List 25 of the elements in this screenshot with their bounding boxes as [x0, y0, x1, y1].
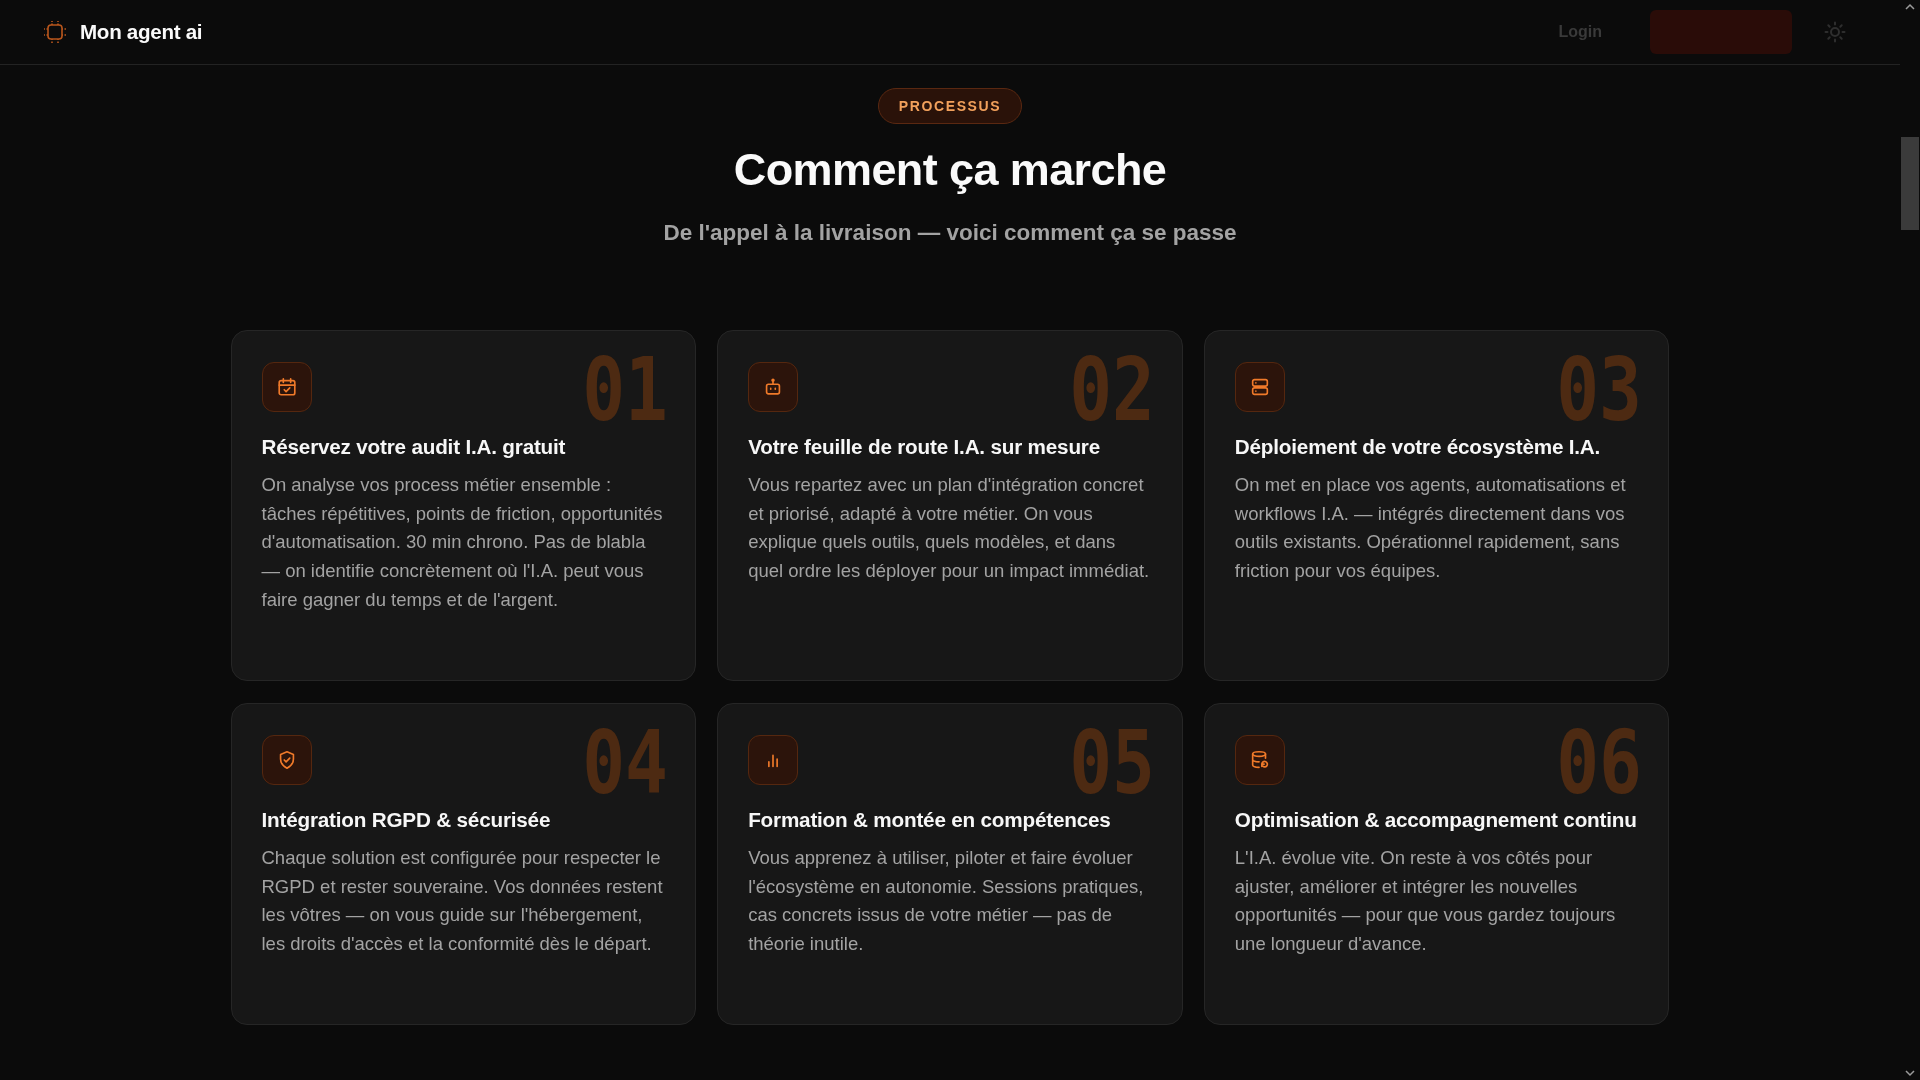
brand-name[interactable]: Mon agent ai: [80, 20, 203, 44]
step-description: Chaque solution est configurée pour respecter le RGPD et rester souveraine. Vos données restent les vôtres — on vous guide sur l'hébergement, les droits d'accès et la conformité dès le départ.: [261, 846, 664, 957]
step-description: On met en place vos agents, automatisations et workflows I.A. — intégrés directement dans vos outils existants. Opérationnel rapidement, sans friction pour vos équipes.: [1234, 473, 1627, 584]
section-title: Comment ça marche: [733, 144, 1167, 196]
step-title: Déploiement de votre écosystème I.A.: [1234, 434, 1602, 460]
database-icon: [1234, 735, 1285, 785]
scrollbar-thumb[interactable]: [1901, 137, 1919, 230]
robot-icon: [748, 362, 799, 412]
scroll-up-icon[interactable]: [1905, 3, 1915, 11]
scroll-down-icon[interactable]: [1905, 1069, 1915, 1077]
step-title: Réservez votre audit I.A. gratuit: [261, 434, 567, 460]
calendar-check-icon: [261, 362, 312, 412]
section-subtitle: De l'appel à la livraison — voici comment ça se passe: [663, 219, 1237, 247]
bar-chart-icon: [748, 735, 799, 785]
step-title: Votre feuille de route I.A. sur mesure: [748, 434, 1101, 460]
step-title: Intégration RGPD & sécurisée: [261, 807, 552, 833]
section-badge: PROCESSUS: [877, 88, 1023, 124]
server-icon: [1234, 362, 1285, 412]
step-description: Vous repartez avec un plan d'intégration concret et priorisé, adapté à votre métier. On vous explique quels outils, quels modèles, et dans quel ordre les déployer pour un impact immédiat.: [748, 473, 1151, 584]
step-title: Optimisation & accompagnement continu: [1234, 807, 1638, 833]
step-title: Formation & montée en compétences: [748, 807, 1112, 833]
shield-check-icon: [261, 735, 312, 785]
step-description: L'I.A. évolue vite. On reste à vos côtés pour ajuster, améliorer et intégrer les nouvelles opportunités — pour que vous gardez toujours une longueur d'avance.: [1234, 846, 1617, 957]
step-description: Vous apprenez à utiliser, piloter et faire évoluer l'écosystème en autonomie. Sessions pratiques, cas concrets issus de votre métier — pas de théorie inutile.: [748, 846, 1145, 957]
step-description: On analyse vos process métier ensemble : tâches répétitives, points de friction, opportunités d'automatisation. 30 min chrono. Pas de blabla — on identifie concrètement où l'I.A. peut vous faire gagner du temps et de l'argent.: [261, 473, 664, 612]
